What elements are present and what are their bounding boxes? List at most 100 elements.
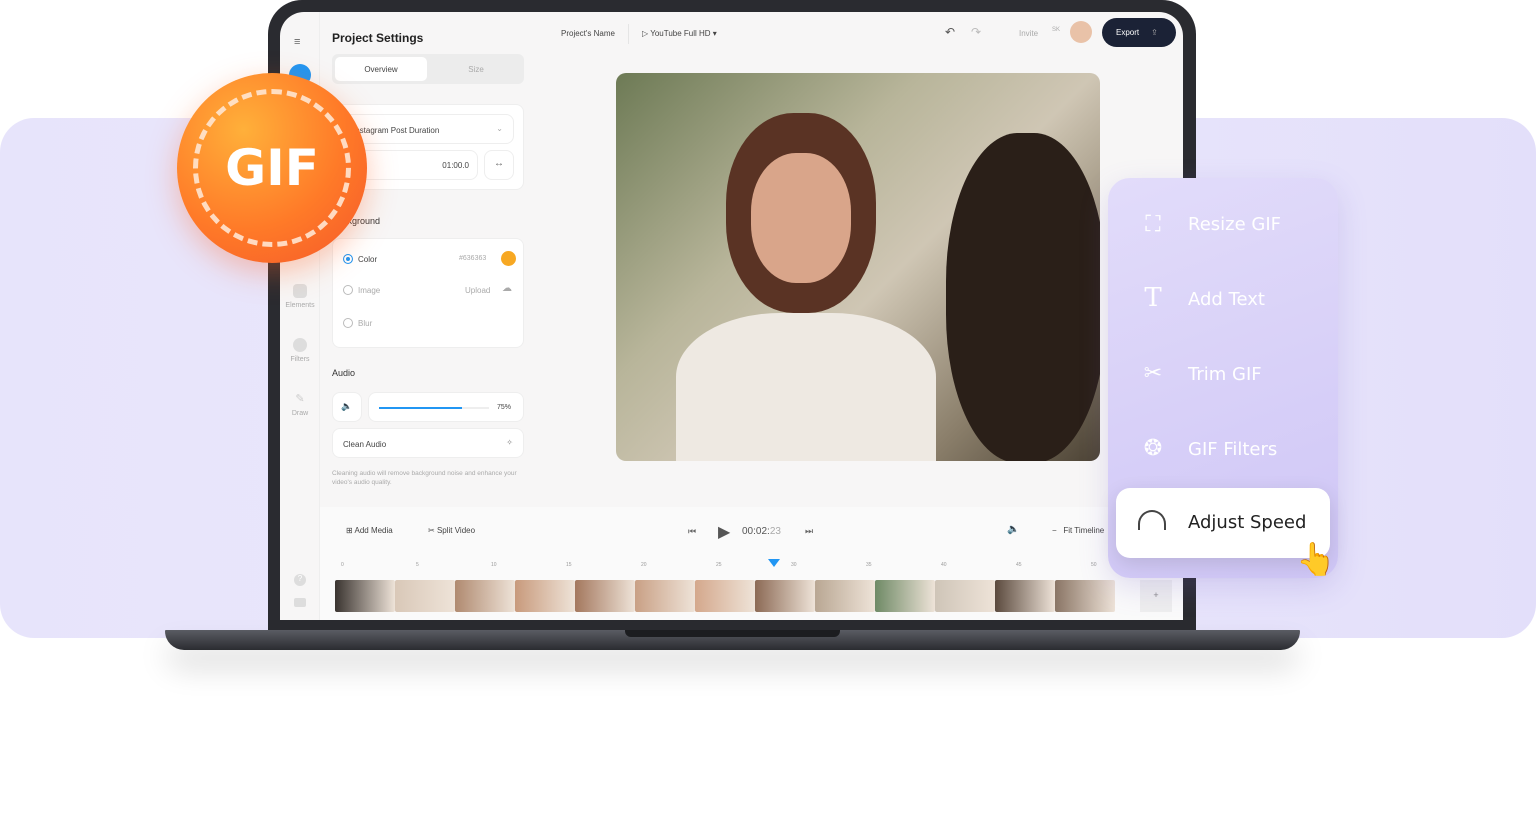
timeline-tick: 20 [641, 562, 647, 568]
video-subject-shirt [676, 313, 936, 461]
page-title: Project Settings [332, 31, 424, 45]
play-box-icon: ▷ [642, 29, 651, 38]
color-radio[interactable] [343, 254, 353, 264]
time-display: 00:02:23 [742, 526, 781, 537]
duration-preset-dropdown[interactable]: Instagram Post Duration ⌄ [342, 114, 514, 144]
volume-icon[interactable]: 🔈 [1007, 524, 1019, 535]
fast-forward-icon[interactable]: ⏭ [805, 526, 813, 537]
preset-label: Instagram Post Duration [353, 126, 440, 135]
export-label: Export [1116, 28, 1140, 37]
cloud-upload-icon: ☁ [502, 283, 512, 294]
filters-icon: ❂ [1143, 435, 1163, 460]
add-media-button[interactable]: ⊞ Add Media [346, 526, 393, 535]
sparkle-icon: ✧ [506, 438, 513, 447]
elements-icon [293, 284, 307, 298]
timeline-frame [875, 580, 935, 612]
timeline-tick: 50 [1091, 562, 1097, 568]
image-label: Image [358, 286, 381, 295]
volume-track [379, 407, 489, 409]
editor-screen: ≡ Elements Filters ✎ Draw ? Project Setti… [280, 12, 1183, 620]
project-name[interactable]: Project's Name [561, 29, 615, 38]
keyboard-icon[interactable] [294, 598, 306, 607]
scissors-icon: ✂ [1143, 360, 1163, 385]
laptop-notch [625, 630, 840, 637]
timeline-tick: 45 [1016, 562, 1022, 568]
sidebar-label: Elements [285, 302, 315, 309]
blur-label: Blur [358, 319, 373, 328]
feature-resize-gif[interactable]: Resize GIF [1188, 214, 1281, 235]
fit-label: Fit Timeline [1063, 526, 1105, 535]
speedometer-icon [1138, 510, 1166, 530]
pencil-icon: ✎ [295, 393, 305, 405]
timeline-frame [995, 580, 1055, 612]
audio-heading: Audio [332, 368, 356, 378]
timeline-frame [1055, 580, 1115, 612]
video-subject-face [751, 153, 851, 283]
timeline-frame [935, 580, 995, 612]
split-video-label: Split Video [436, 526, 476, 535]
timeline-tick: 35 [866, 562, 872, 568]
redo-icon[interactable]: ↷ [971, 25, 981, 39]
sidebar-label: Draw [291, 410, 309, 417]
rewind-icon[interactable]: ⏮ [688, 526, 696, 537]
timeline-frame [335, 580, 395, 612]
playhead[interactable] [767, 559, 780, 567]
scissors-icon: ✂ [428, 526, 437, 535]
time-frames: 23 [769, 526, 781, 537]
format-dropdown[interactable]: ▷ YouTube Full HD ▾ [642, 29, 717, 38]
timeline-frame [695, 580, 755, 612]
invite-button[interactable]: Invite [1019, 29, 1038, 38]
export-button[interactable]: Export ⇪ [1102, 18, 1176, 47]
timeline-frame [455, 580, 515, 612]
avatar[interactable] [1070, 21, 1092, 43]
video-preview[interactable] [616, 73, 1100, 461]
timeline-frame [755, 580, 815, 612]
adjust-speed-label: Adjust Speed [1188, 512, 1307, 533]
blur-radio[interactable] [343, 318, 353, 328]
split-video-button[interactable]: ✂ Split Video [428, 526, 475, 535]
sidebar-label: Filters [290, 356, 310, 363]
feature-trim-gif[interactable]: Trim GIF [1188, 364, 1262, 385]
volume-value: 75% [496, 404, 511, 411]
chevron-down-icon: ⌄ [496, 124, 503, 133]
feature-add-text[interactable]: Add Text [1188, 289, 1265, 310]
timeline-frame [575, 580, 635, 612]
fit-timeline-button[interactable]: − Fit Timeline [1052, 526, 1104, 535]
timeline-tick: 25 [716, 562, 722, 568]
menu-icon[interactable]: ≡ [294, 36, 300, 48]
sidebar-item-elements[interactable]: Elements [280, 284, 320, 309]
image-radio[interactable] [343, 285, 353, 295]
crop-icon: ⛶ [1145, 211, 1161, 236]
timeline-frame [515, 580, 575, 612]
tab-size[interactable]: Size [430, 57, 522, 81]
user-initials: SK [1052, 27, 1061, 33]
color-label: Color [358, 255, 378, 264]
feature-gif-filters[interactable]: GIF Filters [1188, 439, 1277, 460]
background-card: Color #636363 Image Upload ☁ Blur [332, 238, 524, 348]
volume-slider[interactable]: 75% [368, 392, 524, 422]
timeline-tick: 10 [491, 562, 497, 568]
sidebar-item-filters[interactable]: Filters [280, 338, 320, 363]
tab-overview[interactable]: Overview [335, 57, 427, 81]
timeline-frame [635, 580, 695, 612]
timeline-tick: 40 [941, 562, 947, 568]
paint-bucket-icon[interactable] [501, 251, 516, 266]
sidebar-item-draw[interactable]: ✎ Draw [280, 392, 320, 417]
upload-button[interactable]: Upload [465, 286, 490, 295]
color-value: #636363 [459, 255, 487, 262]
gif-badge: GIF [177, 73, 367, 263]
undo-icon[interactable]: ↶ [945, 25, 955, 39]
help-icon[interactable]: ? [294, 574, 306, 586]
minus-icon: − [1052, 526, 1064, 535]
timeline-frame [815, 580, 875, 612]
play-icon[interactable]: ▶ [718, 522, 730, 542]
timeline-frame [395, 580, 455, 612]
add-clip-button[interactable]: + [1140, 580, 1172, 612]
clean-audio-toggle[interactable]: Clean Audio ✧ [332, 428, 524, 458]
volume-fill [379, 407, 462, 409]
swap-icon[interactable]: ↔ [484, 150, 514, 180]
timeline-tick: 0 [341, 562, 344, 568]
upload-icon: ⇪ [1151, 28, 1158, 37]
video-second-person [946, 133, 1100, 461]
speaker-icon[interactable]: 🔈 [332, 392, 362, 422]
